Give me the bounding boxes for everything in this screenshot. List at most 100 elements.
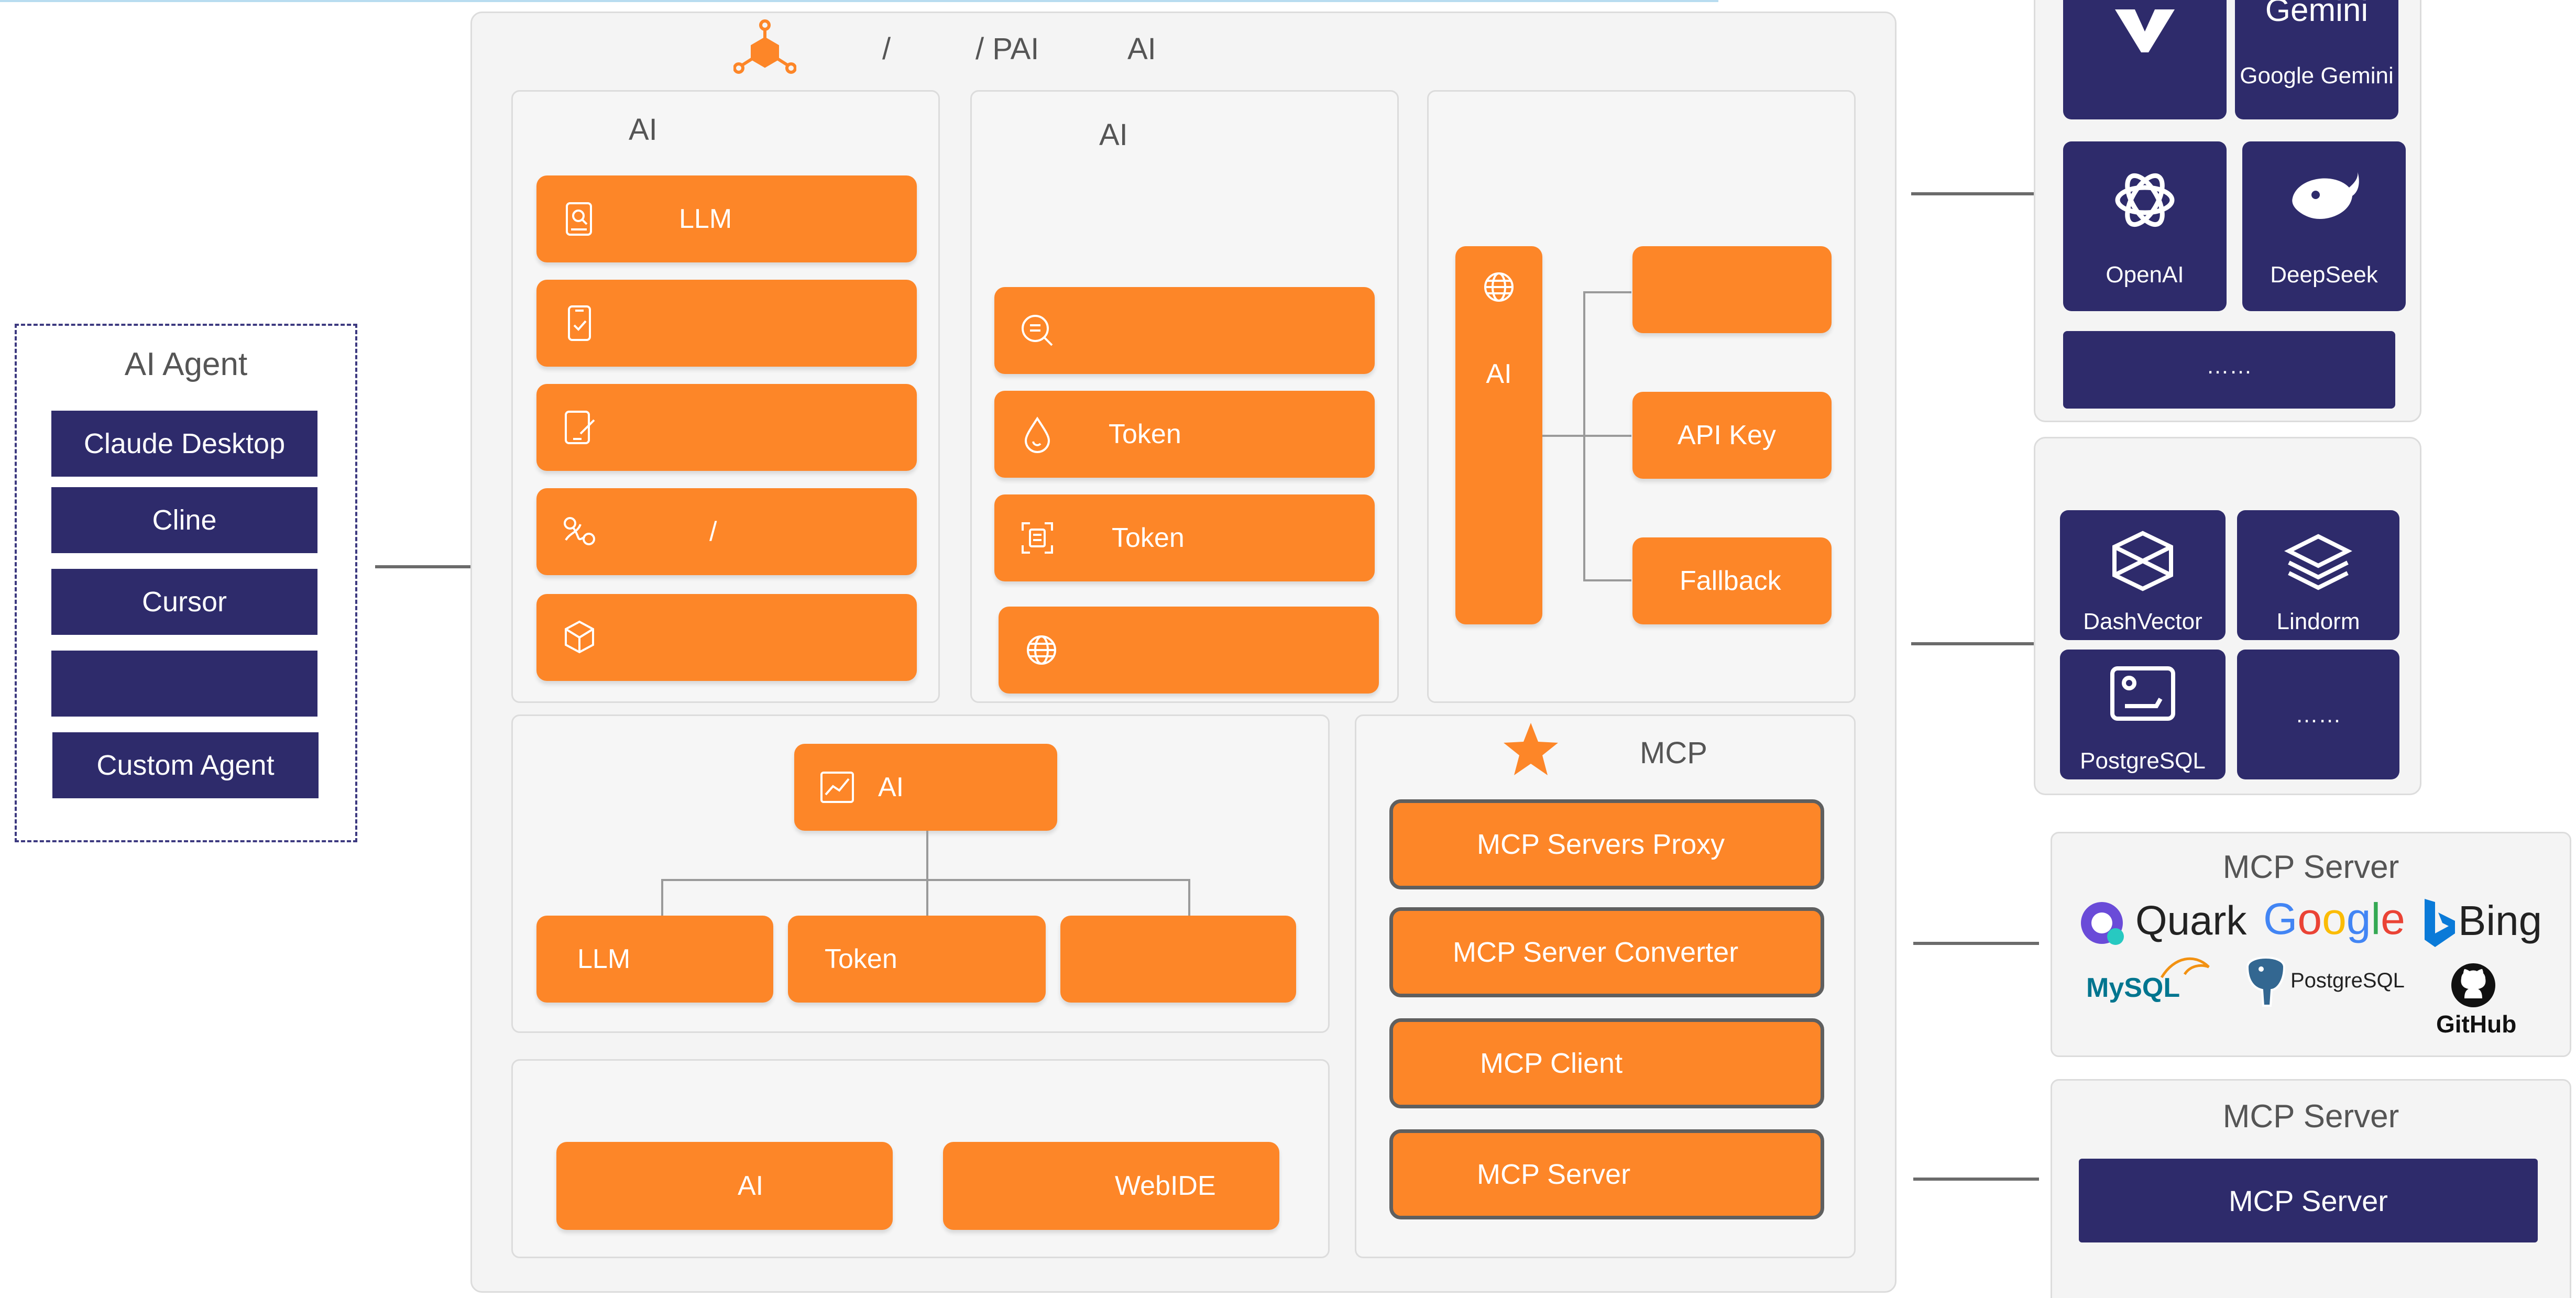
panel-c-fallback-label: Fallback (1680, 566, 1781, 596)
panel-e-webide-label: WebIDE (1115, 1171, 1216, 1201)
connector-mcp-custom (1913, 1178, 2039, 1181)
provider-tile-gemini[interactable]: Gemini Google Gemini (2235, 0, 2398, 119)
lindorm-label: Lindorm (2276, 609, 2360, 634)
chart-frame-icon (820, 772, 854, 803)
mcp-custom-title: MCP Server (2222, 1098, 2399, 1135)
dashvector-label: DashVector (2083, 609, 2202, 634)
mcp-title: MCP (1640, 736, 1707, 770)
lindorm-layers-icon (2284, 534, 2352, 590)
panel-d-tree-bar (661, 879, 1190, 881)
panel-c-tree-branch-3 (1583, 579, 1631, 581)
panel-a-title: AI (629, 113, 657, 147)
vector-tile-lindorm[interactable]: Lindorm (2237, 510, 2399, 640)
panel-d-ai-root[interactable]: AI (794, 744, 1057, 831)
connector-vector (1911, 642, 2037, 645)
panel-b-token-button-1[interactable]: Token (994, 391, 1375, 478)
panel-b-title: AI (1099, 118, 1128, 152)
panel-d-tree-drop-3 (1188, 879, 1190, 916)
ai-agent-title: AI Agent (124, 346, 248, 382)
scan-frame-icon (1022, 522, 1053, 554)
panel-b-button-4[interactable] (999, 607, 1379, 694)
mcp-servers-proxy-button[interactable]: MCP Servers Proxy (1389, 799, 1824, 889)
panel-d-button-3[interactable] (1060, 916, 1296, 1003)
mcp-server-button[interactable]: MCP Server (1389, 1129, 1824, 1219)
vector-more-label: …… (2295, 702, 2341, 728)
panel-c-tree-branch-1 (1583, 291, 1631, 293)
panel-e-webide-button[interactable]: WebIDE (943, 1142, 1279, 1230)
panel-a-llm-button[interactable]: LLM (536, 175, 917, 262)
github-octocat-icon (2451, 963, 2495, 1007)
panel-d-tree-drop-1 (661, 879, 663, 916)
top-divider (0, 0, 1718, 2)
dashvector-cube-icon (2112, 531, 2173, 591)
deepseek-whale-icon (2292, 172, 2359, 219)
panel-c-api-key-button[interactable]: API Key (1632, 392, 1832, 479)
panel-c-button-1[interactable] (1632, 246, 1832, 333)
star-icon (1504, 723, 1558, 775)
postgresql-wordmark: PostgreSQL (2290, 969, 2405, 992)
connector-mcp-market (1913, 942, 2039, 945)
panel-a-llm-label: LLM (679, 204, 732, 234)
vector-tile-more[interactable]: …… (2237, 650, 2399, 779)
panel-c-ai-pillar[interactable]: AI (1455, 246, 1542, 624)
search-list-icon (1022, 315, 1053, 346)
panel-b-token-label-2: Token (1112, 523, 1185, 553)
gemini-wordmark: Gemini (2265, 0, 2369, 28)
panel-d-ai-root-label: AI (878, 772, 904, 802)
agent-blank[interactable] (51, 651, 317, 717)
connector-llm (1911, 192, 2037, 195)
header-ai: AI (1127, 32, 1156, 66)
mcp-custom-server-button[interactable]: MCP Server (2079, 1159, 2538, 1242)
panel-c-tree-branch-2 (1583, 435, 1631, 437)
openai-label: OpenAI (2106, 262, 2184, 288)
panel-a-button-2[interactable] (536, 280, 917, 367)
panel-a-button-4[interactable]: / (536, 488, 917, 575)
deepseek-label: DeepSeek (2270, 262, 2378, 288)
panel-c-ai-label: AI (1486, 359, 1512, 389)
provider-tile-more[interactable]: …… (2063, 331, 2395, 409)
header-sep1: / (882, 32, 891, 66)
database-frame-icon (2110, 666, 2175, 721)
panel-d-llm-label: LLM (577, 944, 631, 974)
mcp-server-converter-label: MCP Server Converter (1453, 937, 1739, 968)
bing-logo-icon (2425, 899, 2455, 947)
panel-d-token-label: Token (825, 944, 897, 974)
panel-c-api-key-label: API Key (1678, 420, 1776, 450)
vector-tile-postgresql[interactable]: PostgreSQL (2060, 650, 2226, 779)
globe-icon (1027, 635, 1056, 665)
gemini-label: Google Gemini (2240, 63, 2394, 89)
cube-network-icon (565, 620, 594, 654)
mcp-client-button[interactable]: MCP Client (1389, 1018, 1824, 1108)
mcp-client-label: MCP Client (1480, 1048, 1623, 1079)
panel-c-fallback-button[interactable]: Fallback (1632, 537, 1832, 624)
agent-custom-agent[interactable]: Custom Agent (52, 732, 319, 798)
mcp-market-title: MCP Server (2222, 849, 2399, 885)
panel-d-tree-stem (926, 831, 928, 879)
panel-d-token-button[interactable]: Token (788, 916, 1046, 1003)
panel-c-tree-stem (1542, 435, 1584, 437)
tablet-pen-icon (565, 411, 595, 444)
panel-e-ai-button[interactable]: AI (556, 1142, 893, 1230)
panel-d-llm-button[interactable]: LLM (536, 916, 773, 1003)
phone-check-icon (568, 305, 591, 341)
vector-tile-dashvector[interactable]: DashVector (2060, 510, 2226, 640)
openai-logo-icon (2115, 173, 2175, 227)
drop-icon (1024, 416, 1050, 453)
link-chain-icon (564, 517, 595, 545)
agent-cursor[interactable]: Cursor (51, 569, 317, 635)
provider-tile-1[interactable] (2063, 0, 2227, 119)
vee-logo-icon (2115, 9, 2175, 52)
provider-tile-openai[interactable]: OpenAI (2063, 141, 2227, 311)
globe-icon (1484, 272, 1514, 302)
mcp-server-converter-button[interactable]: MCP Server Converter (1389, 907, 1824, 997)
panel-a-button-5[interactable] (536, 594, 917, 681)
panel-a-button-4-label: / (709, 516, 717, 547)
panel-b-button-1[interactable] (994, 287, 1375, 374)
panel-b-token-button-2[interactable]: Token (994, 494, 1375, 581)
panel-a-button-3[interactable] (536, 384, 917, 471)
agent-cline[interactable]: Cline (51, 487, 317, 553)
agent-claude-desktop[interactable]: Claude Desktop (51, 411, 317, 477)
quark-logo-icon (2081, 902, 2124, 945)
github-wordmark: GitHub (2436, 1010, 2517, 1038)
provider-tile-deepseek[interactable]: DeepSeek (2242, 141, 2406, 311)
